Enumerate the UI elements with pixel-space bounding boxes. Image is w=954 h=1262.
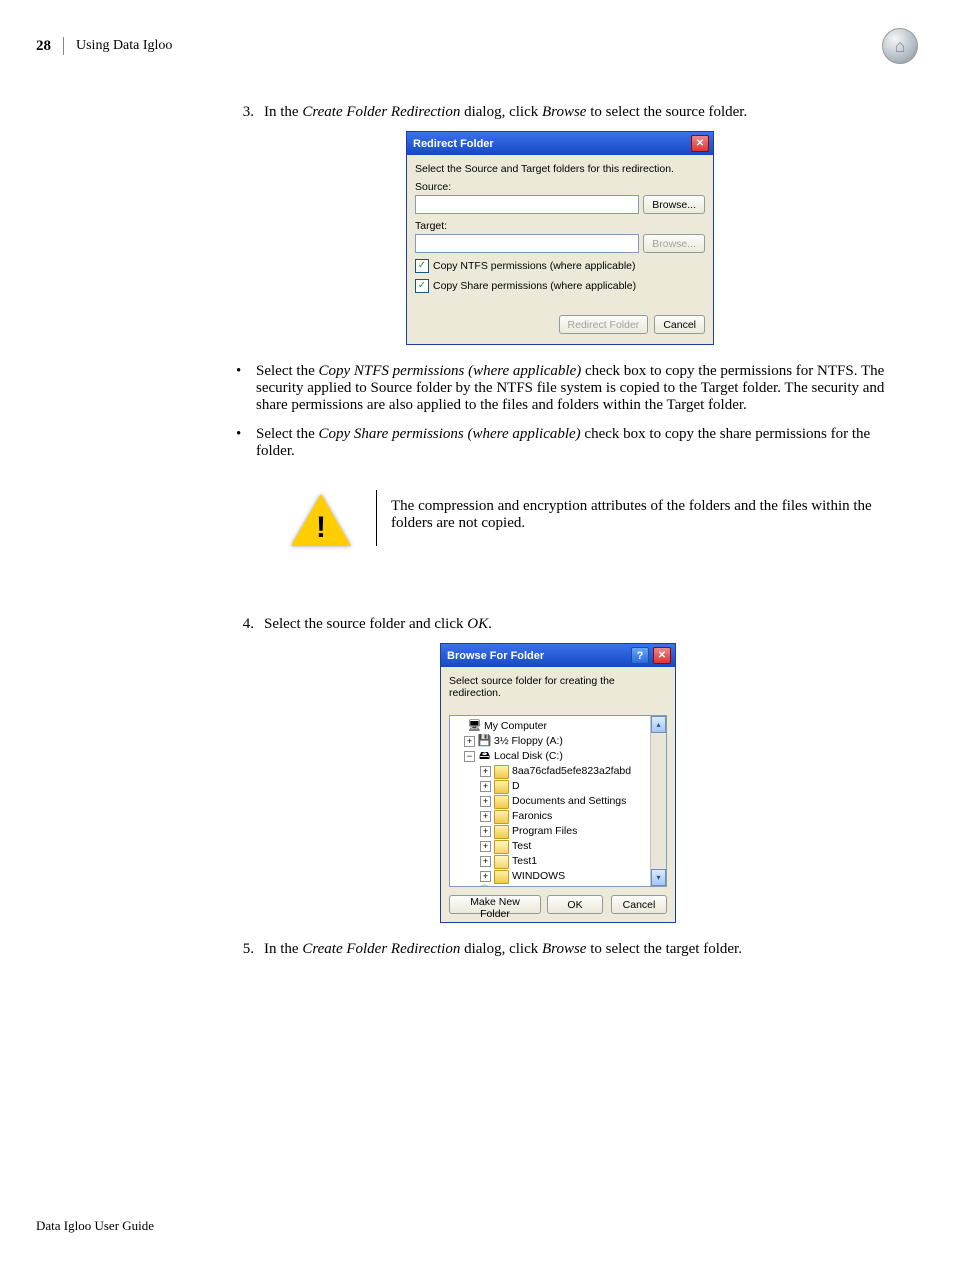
ok-button[interactable]: OK (547, 895, 603, 914)
redirect-folder-dialog: Redirect Folder ✕ Select the Source and … (406, 131, 714, 345)
expand-icon[interactable]: + (480, 871, 491, 882)
tree-node-label[interactable]: 3½ Floppy (A:) (494, 734, 563, 749)
tree-node-label[interactable]: Test (512, 839, 531, 854)
list-item: • Select the Copy NTFS permissions (wher… (236, 363, 888, 414)
browse-source-button[interactable]: Browse... (643, 195, 705, 214)
target-input[interactable] (415, 234, 639, 253)
folder-icon (494, 825, 509, 839)
warning-block: ! The compression and encryption attribu… (266, 490, 888, 546)
target-label: Target: (415, 220, 705, 232)
dialog-intro: Select source folder for creating the re… (449, 675, 667, 699)
close-icon[interactable]: ✕ (691, 135, 709, 152)
cancel-button[interactable]: Cancel (654, 315, 705, 334)
redirect-folder-button[interactable]: Redirect Folder (559, 315, 649, 334)
checkbox-checked-icon[interactable]: ✓ (415, 259, 429, 273)
step-3: 3. In the Create Folder Redirection dial… (236, 104, 888, 121)
step-4: 4. Select the source folder and click OK… (236, 616, 888, 633)
source-label: Source: (415, 181, 705, 193)
section-title: Using Data Igloo (76, 38, 172, 54)
tree-node-label[interactable]: Test1 (512, 854, 537, 869)
source-input[interactable] (415, 195, 639, 214)
dialog-intro: Select the Source and Target folders for… (415, 163, 705, 175)
folder-tree[interactable]: 🖥 My Computer + 💾 3½ Floppy (A:) − 🖴 Loc… (449, 715, 667, 887)
browse-target-button[interactable]: Browse... (643, 234, 705, 253)
tree-node-label[interactable]: WINDOWS (512, 869, 565, 884)
collapse-icon[interactable]: − (464, 751, 475, 762)
list-item: • Select the Copy Share permissions (whe… (236, 426, 888, 460)
page-header: 28 Using Data Igloo ⌂ (36, 28, 918, 64)
dvd-drive-icon: 💿 (478, 886, 491, 887)
step-5: 5. In the Create Folder Redirection dial… (236, 941, 888, 958)
folder-icon (494, 780, 509, 794)
tree-node-label[interactable]: My Computer (484, 719, 547, 734)
expand-icon[interactable]: + (480, 796, 491, 807)
header-divider (63, 37, 64, 55)
scrollbar[interactable]: ▴ ▾ (650, 716, 666, 886)
warning-text: The compression and encryption attribute… (391, 490, 888, 532)
tree-node-label[interactable]: Program Files (512, 824, 577, 839)
bullet-list: • Select the Copy NTFS permissions (wher… (236, 363, 888, 460)
copy-share-label: Copy Share permissions (where applicable… (433, 280, 636, 292)
tree-node-label[interactable]: 8aa76cfad5efe823a2fabd (512, 764, 631, 779)
step-number: 4. (236, 616, 254, 633)
folder-icon (494, 795, 509, 809)
folder-open-icon (494, 840, 509, 854)
tree-node-label[interactable]: Documents and Settings (512, 794, 626, 809)
copy-ntfs-label: Copy NTFS permissions (where applicable) (433, 260, 636, 272)
make-new-folder-button[interactable]: Make New Folder (449, 895, 541, 914)
product-logo-icon: ⌂ (882, 28, 918, 64)
page-number: 28 (36, 38, 51, 55)
tree-node-label[interactable]: Faronics (512, 809, 552, 824)
step-text: Select the source folder and click OK. (264, 616, 888, 633)
expand-icon[interactable]: + (464, 736, 475, 747)
step-text: In the Create Folder Redirection dialog,… (264, 941, 888, 958)
igloo-icon: ⌂ (895, 36, 906, 57)
folder-icon (494, 765, 509, 779)
tree-node-label[interactable]: DVD-RAM Drive (D:) (494, 884, 591, 886)
warning-divider (376, 490, 377, 546)
expand-icon[interactable]: + (480, 781, 491, 792)
copy-share-checkbox-row[interactable]: ✓ Copy Share permissions (where applicab… (415, 279, 705, 293)
scroll-down-icon[interactable]: ▾ (651, 869, 666, 886)
drive-icon: 🖴 (478, 751, 491, 763)
computer-icon: 🖥 (468, 721, 481, 733)
warning-triangle-icon: ! (291, 494, 351, 546)
expand-icon[interactable]: + (480, 841, 491, 852)
bullet-icon: • (236, 363, 246, 414)
step-number: 5. (236, 941, 254, 958)
step-number: 3. (236, 104, 254, 121)
tree-node-label[interactable]: D (512, 779, 520, 794)
step-text: In the Create Folder Redirection dialog,… (264, 104, 888, 121)
expand-icon[interactable]: + (480, 766, 491, 777)
expand-icon[interactable]: + (480, 856, 491, 867)
close-icon[interactable]: ✕ (653, 647, 671, 664)
dialog-title: Browse For Folder (447, 650, 544, 662)
folder-open-icon (494, 855, 509, 869)
expand-icon[interactable]: + (480, 811, 491, 822)
folder-icon (494, 810, 509, 824)
copy-ntfs-checkbox-row[interactable]: ✓ Copy NTFS permissions (where applicabl… (415, 259, 705, 273)
folder-icon (494, 870, 509, 884)
bullet-icon: • (236, 426, 246, 460)
floppy-icon: 💾 (478, 736, 491, 748)
browse-for-folder-dialog: Browse For Folder ? ✕ Select source fold… (440, 643, 676, 923)
help-icon[interactable]: ? (631, 647, 649, 664)
page-footer: Data Igloo User Guide (36, 1218, 918, 1234)
dialog-titlebar[interactable]: Redirect Folder ✕ (407, 132, 713, 155)
dialog-titlebar[interactable]: Browse For Folder ? ✕ (441, 644, 675, 667)
scroll-up-icon[interactable]: ▴ (651, 716, 666, 733)
expand-icon[interactable]: + (480, 826, 491, 837)
cancel-button[interactable]: Cancel (611, 895, 667, 914)
tree-node-label[interactable]: Local Disk (C:) (494, 749, 563, 764)
checkbox-checked-icon[interactable]: ✓ (415, 279, 429, 293)
dialog-title: Redirect Folder (413, 138, 494, 150)
